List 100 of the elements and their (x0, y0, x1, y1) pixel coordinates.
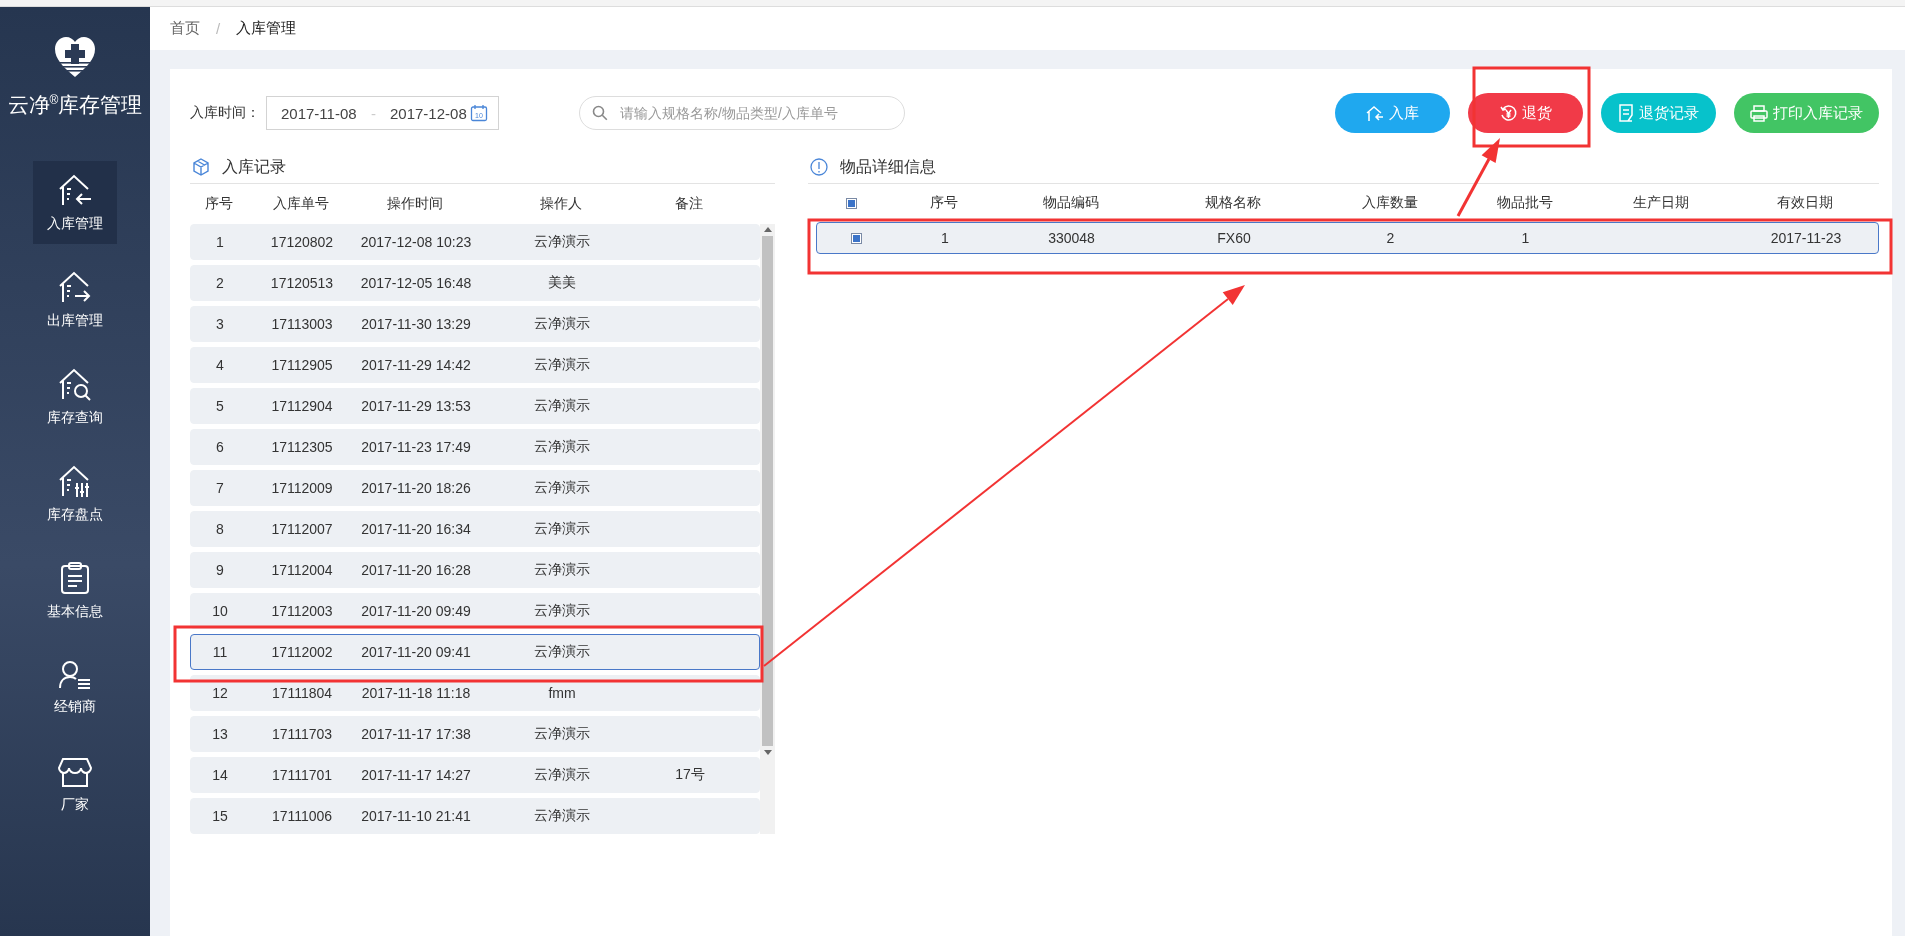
table-cell-text: 云净演示 (533, 725, 591, 743)
table-cell-text: 17113003 (270, 316, 334, 332)
table-cell-text: 1 (215, 234, 225, 250)
column-header: 序号 (204, 195, 234, 213)
table-cell-text: 330048 (1047, 230, 1096, 246)
scroll-up-icon (763, 227, 772, 232)
table-cell-text: 2017-11-18 11:18 (360, 685, 472, 701)
table-cell-text: 7 (215, 480, 225, 496)
table-row[interactable]: 12 17111804 2017-11-18 11:18 fmm (190, 675, 760, 711)
table-row[interactable]: 5 17112904 2017-11-29 13:53 云净演示 (190, 388, 760, 424)
table-cell-text: 云净演示 (533, 438, 591, 456)
select-all-checkbox[interactable] (845, 197, 857, 209)
row-checkbox[interactable] (850, 232, 862, 244)
table-row[interactable]: 10 17112003 2017-11-20 09:49 云净演示 (190, 593, 760, 629)
table-cell-text: 15 (211, 808, 229, 824)
table-row[interactable]: 1 17120802 2017-12-08 10:23 云净演示 (190, 224, 760, 260)
table-row[interactable]: 7 17112009 2017-11-20 18:26 云净演示 (190, 470, 760, 506)
table-cell-text: 2017-11-10 21:41 (360, 808, 472, 824)
table-cell-text: 云净演示 (533, 602, 591, 620)
table-cell-text: FX60 (1216, 230, 1252, 246)
table-row[interactable]: 13 17111703 2017-11-17 17:38 云净演示 (190, 716, 760, 752)
table-cell-text: 17112003 (270, 603, 334, 619)
table-cell-text: 云净演示 (533, 520, 591, 538)
table-row[interactable]: 6 17112305 2017-11-23 17:49 云净演示 (190, 429, 760, 465)
sidebar-item[interactable]: 经销商 (33, 646, 117, 729)
table-cell-text: 17112905 (270, 357, 334, 373)
cube-icon (192, 158, 210, 176)
table-cell-text: 2017-11-29 13:53 (360, 398, 472, 414)
sidebar-item[interactable]: 基本信息 (33, 549, 117, 632)
table-cell-text: 2017-11-30 13:29 (360, 316, 472, 332)
yen-refund-icon (1499, 104, 1517, 122)
table-cell-text: 1 (1520, 230, 1531, 246)
scroll-thumb[interactable] (762, 236, 773, 746)
table-cell-text: 2017-11-17 17:38 (360, 726, 472, 742)
return-button[interactable]: 退货 (1468, 93, 1583, 133)
table-cell-text: 2017-11-20 16:28 (360, 562, 472, 578)
clipboard-icon (60, 560, 90, 595)
table-row[interactable]: 11 17112002 2017-11-20 09:41 云净演示 (190, 634, 760, 670)
table-cell-text: 2017-11-23 17:49 (360, 439, 472, 455)
table-cell-text: 17111804 (270, 685, 334, 701)
table-cell-text: 17112009 (270, 480, 334, 496)
search-icon (592, 105, 608, 121)
table-cell-text: 5 (215, 398, 225, 414)
table-cell-text: 云净演示 (533, 356, 591, 374)
heart-cross-logo-icon (53, 35, 97, 79)
printer-icon (1750, 104, 1768, 122)
scrollbar[interactable] (760, 224, 775, 834)
sidebar-item[interactable]: 厂家 (33, 743, 117, 826)
table-cell-text: 2017-12-05 16:48 (359, 275, 473, 291)
table-cell-text: 2017-11-17 14:27 (360, 767, 472, 783)
breadcrumb-link[interactable]: 首页 (170, 19, 200, 38)
table-cell-text: 17112904 (270, 398, 334, 414)
column-header: 操作人 (539, 195, 583, 213)
column-header: 序号 (929, 194, 959, 212)
table-cell-text: 17112305 (270, 439, 334, 455)
table-cell-text: 17111701 (270, 767, 334, 783)
table-cell-text: 17111703 (270, 726, 334, 742)
document-icon (1618, 104, 1634, 122)
section-title: 物品详细信息 (840, 156, 936, 177)
table-row[interactable]: 15 17111006 2017-11-10 21:41 云净演示 (190, 798, 760, 834)
column-header: 备注 (674, 195, 704, 213)
sidebar-item[interactable]: 入库管理 (33, 161, 117, 244)
table-cell-text: 云净演示 (533, 233, 591, 251)
storefront-icon (58, 755, 92, 788)
sidebar-item[interactable]: 库存查询 (33, 355, 117, 438)
table-cell-text: 2017-11-20 09:49 (360, 603, 472, 619)
table-row[interactable]: 2 17120513 2017-12-05 16:48 美美 (190, 265, 760, 301)
table-cell-text: 17112007 (270, 521, 334, 537)
sidebar-item[interactable]: 库存盘点 (33, 452, 117, 535)
table-cell-text: 2017-11-29 14:42 (360, 357, 472, 373)
table-cell-text: 云净演示 (533, 315, 591, 333)
table-cell-text: 12 (211, 685, 229, 701)
column-header: 入库单号 (272, 195, 330, 213)
table-row[interactable]: 8 17112007 2017-11-20 16:34 云净演示 (190, 511, 760, 547)
table-row[interactable]: 14 17111701 2017-11-17 14:27 云净演示 17号 (190, 757, 760, 793)
table-cell-text: 云净演示 (533, 643, 591, 661)
table-cell-text: 3 (215, 316, 225, 332)
column-header: 有效日期 (1776, 194, 1834, 212)
table-row[interactable]: 9 17112004 2017-11-20 16:28 云净演示 (190, 552, 760, 588)
info-icon (810, 158, 828, 176)
sidebar-item[interactable]: 出库管理 (33, 258, 117, 341)
table-cell-text: 17120802 (269, 234, 335, 250)
table-cell-text: 2017-11-20 18:26 (360, 480, 472, 496)
table-row[interactable]: 3 17113003 2017-11-30 13:29 云净演示 (190, 306, 760, 342)
column-header: 物品编码 (1041, 194, 1100, 212)
person-list-icon (58, 659, 92, 690)
table-cell-text: 云净演示 (533, 397, 591, 415)
table-cell-text: 9 (215, 562, 225, 578)
table-cell-text: 2017-11-23 (1769, 230, 1843, 246)
table-cell-text: fmm (547, 685, 577, 701)
table-row[interactable]: 4 17112905 2017-11-29 14:42 云净演示 (190, 347, 760, 383)
house-arrow-in-icon (57, 172, 93, 207)
table-cell-text: 17112004 (270, 562, 334, 578)
table-row[interactable]: 1 330048 FX60 2 1 2017-11-23 (816, 222, 1879, 254)
column-header: 生产日期 (1632, 194, 1690, 212)
search-field[interactable]: 请输入规格名称/物品类型/入库单号 (579, 96, 905, 130)
column-header: 入库数量 (1360, 194, 1419, 212)
table-cell-text: 美美 (547, 274, 577, 292)
table-cell-text: 17号 (674, 766, 706, 784)
table-cell-text: 17120513 (269, 275, 335, 291)
